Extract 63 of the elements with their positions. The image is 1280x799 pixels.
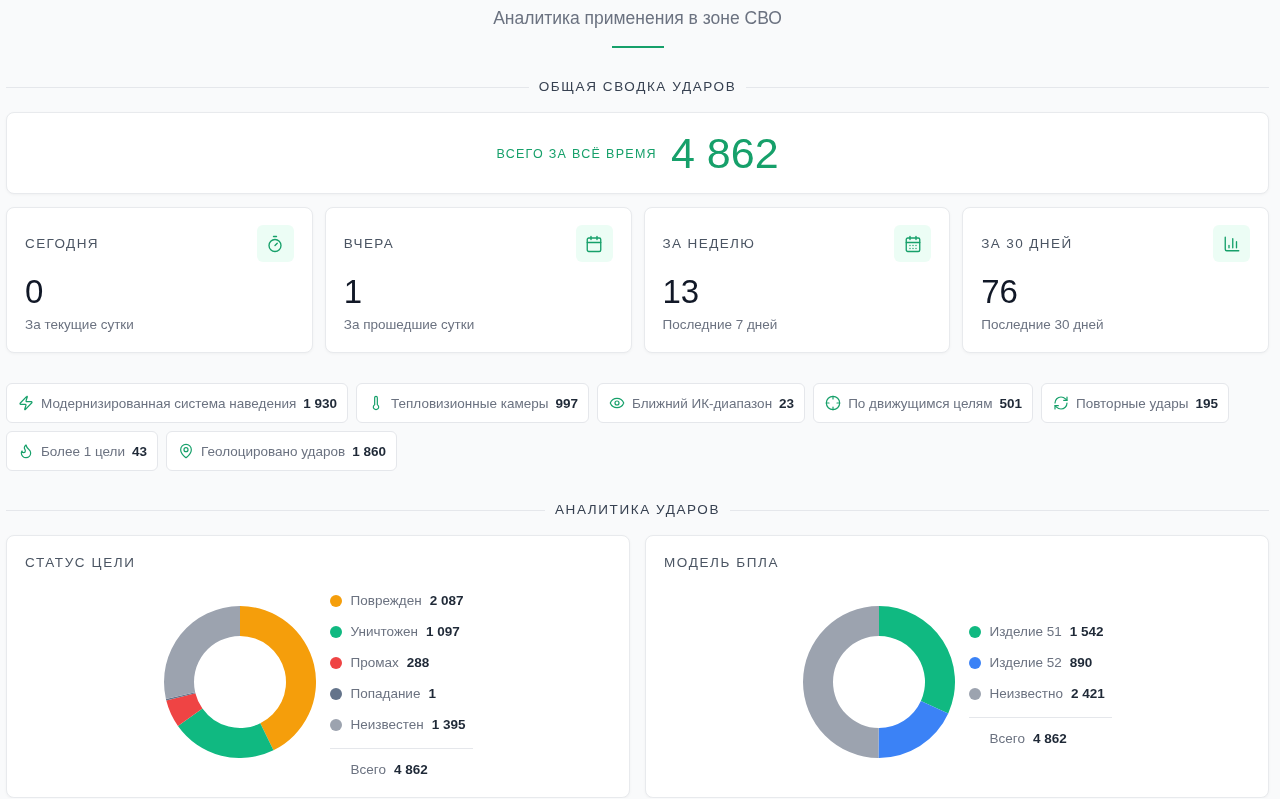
stat-caption: Последние 30 дней <box>981 316 1104 334</box>
stat-label: ЗА 30 ДНЕЙ <box>981 236 1073 251</box>
stat-label: ЗА НЕДЕЛЮ <box>662 236 756 251</box>
total-label: ВСЕГО ЗА ВСЁ ВРЕМЯ <box>496 147 657 161</box>
chip-label: Тепловизионные камеры <box>391 395 549 411</box>
stat-value: 0 <box>25 272 44 312</box>
legend-total-value: 4 862 <box>393 761 428 777</box>
chip-label: Более 1 цели <box>41 443 126 459</box>
legend-total-label: Всего <box>350 761 386 777</box>
chip-count: 23 <box>779 395 795 411</box>
stat-value: 1 <box>343 272 363 312</box>
crosshair-icon <box>825 395 842 411</box>
bar-chart-icon <box>1213 225 1250 262</box>
flame-icon <box>18 443 34 459</box>
chip-count: 997 <box>555 395 578 411</box>
chip-label: Геолоцировано ударов <box>201 443 346 459</box>
map-pin-icon <box>178 443 195 459</box>
legend-label: Неизвестно <box>989 686 1063 701</box>
legend-total-value: 4 862 <box>1032 730 1067 746</box>
chart-title: МОДЕЛЬ БПЛА <box>664 555 780 571</box>
stat-caption: За прошедшие сутки <box>343 316 475 334</box>
section-heading: АНАЛИТИКА УДАРОВ <box>554 502 721 518</box>
legend-value: 1 <box>428 686 436 701</box>
chip-label: Ближний ИК-диапазон <box>632 395 773 411</box>
stat-value: 76 <box>981 272 1018 312</box>
legend-label: Уничтожен <box>350 624 418 639</box>
calendar-icon <box>575 225 613 262</box>
calendar-icon <box>894 225 932 262</box>
legend-value: 288 <box>406 655 430 670</box>
chip-count: 1 930 <box>303 395 338 411</box>
legend-value: 890 <box>1069 655 1093 670</box>
page-title: Аналитика применения в зоне СВО <box>493 7 782 30</box>
legend-value: 1 542 <box>1069 624 1104 639</box>
stopwatch-icon <box>256 225 294 262</box>
legend-value: 1 395 <box>431 717 466 732</box>
legend-label: Изделие 52 <box>989 655 1062 670</box>
stat-caption: За текущие сутки <box>25 316 134 334</box>
legend-value: 2 087 <box>429 593 464 608</box>
chip-label: По движущимся целям <box>848 395 993 411</box>
legend-label: Промах <box>350 655 399 670</box>
chip-count: 1 860 <box>352 443 386 459</box>
chip-label: Повторные удары <box>1076 395 1189 411</box>
legend-label: Поврежден <box>350 593 422 608</box>
chip-count: 43 <box>132 443 148 459</box>
legend-label: Изделие 51 <box>989 624 1062 639</box>
legend-value: 1 097 <box>425 624 460 639</box>
legend-label: Попадание <box>350 686 421 701</box>
legend-label: Неизвестен <box>350 717 424 732</box>
stat-value: 13 <box>662 272 700 312</box>
section-heading: ОБЩАЯ СВОДКА УДАРОВ <box>538 79 737 95</box>
legend-value: 2 421 <box>1070 686 1105 701</box>
chip-count: 501 <box>999 395 1022 411</box>
chip-count: 195 <box>1195 395 1218 411</box>
stat-caption: Последние 7 дней <box>662 316 778 334</box>
lightning-icon <box>18 395 34 411</box>
stat-label: СЕГОДНЯ <box>25 236 99 251</box>
stat-label: ВЧЕРА <box>343 236 395 251</box>
eye-icon <box>609 395 625 411</box>
legend-total-label: Всего <box>989 730 1025 746</box>
chip-label: Модернизированная система наведения <box>41 395 297 411</box>
refresh-icon <box>1053 395 1069 411</box>
total-value: 4 862 <box>670 128 779 178</box>
chart-title: СТАТУС ЦЕЛИ <box>25 555 136 571</box>
